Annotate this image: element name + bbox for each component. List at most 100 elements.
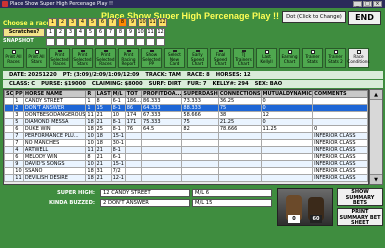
race-button-5[interactable]: 5: [88, 18, 97, 27]
scratch-box-3[interactable]: 3: [66, 28, 75, 37]
column-header[interactable]: R: [85, 90, 96, 98]
toolbar-button[interactable]: TJ Trainers Chart: [233, 48, 254, 68]
snapshot-box[interactable]: [66, 38, 75, 46]
scratch-box-2[interactable]: 2: [56, 28, 65, 37]
column-header[interactable]: TOT: [124, 90, 143, 98]
table-cell: [141, 132, 183, 140]
table-cell: [141, 160, 183, 168]
race-button-9[interactable]: 9: [128, 18, 137, 27]
race-button-2[interactable]: 2: [58, 18, 67, 27]
choose-race-label: Choose a race:: [3, 20, 53, 27]
table-row[interactable]: 7 NO MANCHES 10 18 30-1 INFERIOR CLASS: [4, 139, 368, 147]
end-button[interactable]: END: [348, 11, 381, 25]
kinda-buzzed-value: 2 DON'T ANSWER: [100, 199, 190, 207]
column-header[interactable]: MUTUALDYNAMIC: [260, 90, 314, 98]
table-row[interactable]: 5 DIAMOND MESSA 18 21 8-1 171 75.333 75 21.25 0: [4, 118, 368, 126]
show-summary-bets-button[interactable]: SHOW SUMMARY BETS: [337, 188, 383, 206]
table-scrollbar[interactable]: ▲ ▼: [369, 89, 383, 185]
table-cell: 18: [94, 132, 112, 140]
table-row[interactable]: 11 DEVILISH DESIRE 18 21 12-1 INFERIOR CLASS: [4, 174, 368, 182]
race-button-4[interactable]: 4: [78, 18, 87, 27]
table-cell: [260, 139, 314, 147]
snapshot-box[interactable]: [126, 38, 135, 46]
dot-change-button[interactable]: Dot (Click to Change): [282, 11, 346, 23]
column-header[interactable]: LAST: [94, 90, 112, 98]
scratch-box-8[interactable]: 8: [116, 28, 125, 37]
table-cell: [4, 132, 15, 140]
toolbar-button[interactable]: Final Speed Chart: [210, 48, 231, 68]
scratch-box-7[interactable]: 7: [106, 28, 115, 37]
column-header[interactable]: PROFITDOA...: [141, 90, 183, 98]
column-header[interactable]: M/L: [110, 90, 126, 98]
race-button-6[interactable]: 6: [98, 18, 107, 27]
column-header[interactable]: SUPERDASH: [181, 90, 219, 98]
table-cell: 8-1: [110, 104, 126, 112]
race-button-12[interactable]: 12: [158, 18, 167, 27]
column-header[interactable]: COMMENTS: [312, 90, 368, 98]
column-header[interactable]: PP: [13, 90, 24, 98]
scroll-up-icon[interactable]: ▲: [370, 90, 382, 100]
column-header[interactable]: HORSE NAME: [22, 90, 87, 98]
snapshot-box[interactable]: [86, 38, 95, 46]
toolbar-button[interactable]: Early Speed Chart: [187, 48, 208, 68]
table-row[interactable]: 3 DONTBESODANGEROUS 11 21 10 174 67.333 58.666 3…: [4, 111, 368, 119]
column-header[interactable]: CONNECTIONS: [217, 90, 262, 98]
toolbar-button[interactable]: Print Selected Stars: [72, 48, 93, 68]
table-row[interactable]: 6 MELODY WIN 8 21 6-1 INFERIOR CLASS: [4, 153, 368, 161]
scratch-box-10[interactable]: 10: [136, 28, 145, 37]
toolbar-button[interactable]: Last Kellyll: [256, 48, 277, 68]
snapshot-box[interactable]: [116, 38, 125, 46]
table-row[interactable]: 7 PERFORMANCE PLU... 10 18 15-1 INFERIOR CLAS…: [4, 132, 368, 140]
race-button-1[interactable]: 1: [48, 18, 57, 27]
table-row[interactable]: 4 ARTWELL 11 21 8-1 INFERIOR CLASS: [4, 146, 368, 154]
print-summary-bet-sheet-button[interactable]: PRINT SUMMARY BET SHEET: [337, 208, 383, 226]
close-icon[interactable]: ×: [373, 1, 382, 7]
toolbar-button[interactable]: Print All Races: [3, 48, 24, 68]
toolbar-button[interactable]: Race Conditions: [347, 48, 370, 68]
snapshot-box[interactable]: [76, 38, 85, 46]
toolbar-button[interactable]: Print All Stars: [26, 48, 47, 68]
toolbar-button[interactable]: Print Racing Report: [118, 48, 139, 68]
snapshot-box[interactable]: [56, 38, 65, 46]
race-button-3[interactable]: 3: [68, 18, 77, 27]
toolbar-button[interactable]: Select New Card: [164, 48, 185, 68]
toolbar-button[interactable]: Show Selected PP: [141, 48, 162, 68]
snapshot-box[interactable]: [96, 38, 105, 46]
table-cell: 11: [13, 174, 24, 182]
toolbar-button[interactable]: Trainer Stats: [302, 48, 323, 68]
snapshot-box[interactable]: [146, 38, 155, 46]
scratch-box-11[interactable]: 11: [146, 28, 155, 37]
toolbar-button[interactable]: Earning Chart: [279, 48, 300, 68]
table-row[interactable]: 10 SSANO 18 31 7/2 INFERIOR CLASS: [4, 167, 368, 175]
table-row[interactable]: 6 DUKE WIN 18 25 8-1 76 64.5 82 78.666 11.25 0: [4, 125, 368, 133]
column-header[interactable]: SC: [4, 90, 15, 98]
snapshot-box[interactable]: [156, 38, 165, 46]
snapshot-boxes: [46, 38, 165, 46]
race-button-10[interactable]: 10: [138, 18, 147, 27]
scratch-box-9[interactable]: 9: [126, 28, 135, 37]
scratch-box-1[interactable]: 1: [46, 28, 55, 37]
minimize-icon[interactable]: _: [353, 1, 362, 7]
snapshot-box[interactable]: [106, 38, 115, 46]
snapshot-box[interactable]: [46, 38, 55, 46]
scratch-box-4[interactable]: 4: [76, 28, 85, 37]
table-row[interactable]: 9 DAVID'S SONGS 10 21 15-1 INFERIOR CLASS: [4, 160, 368, 168]
table-cell: 174: [124, 111, 143, 119]
race-button-8[interactable]: 8: [118, 18, 127, 27]
scratch-box-12[interactable]: 12: [156, 28, 165, 37]
snapshot-box[interactable]: [136, 38, 145, 46]
toolbar-button[interactable]: Print Selected Races: [95, 48, 116, 68]
race-button-7[interactable]: 7: [108, 18, 117, 27]
toolbar-button[interactable]: Trainer Stats 2: [325, 48, 346, 68]
scroll-down-icon[interactable]: ▼: [370, 174, 382, 184]
race-button-11[interactable]: 11: [148, 18, 157, 27]
maximize-icon[interactable]: □: [363, 1, 372, 7]
table-cell: 8-1: [110, 146, 126, 154]
table-cell: [181, 139, 219, 147]
scratch-box-5[interactable]: 5: [86, 28, 95, 37]
scratch-box-6[interactable]: 6: [96, 28, 105, 37]
table-row[interactable]: 2 DON'T ANSWER 1 15 8-1 86 64.333 88.333 75 0: [4, 104, 368, 112]
table-cell: DIAMOND MESSA: [22, 118, 87, 126]
table-row[interactable]: 1 CANDY STREET 1 8 6-1 186... 86.333 73.333 36.2…: [4, 97, 368, 105]
toolbar-button[interactable]: Print Selected Races: [49, 48, 70, 68]
